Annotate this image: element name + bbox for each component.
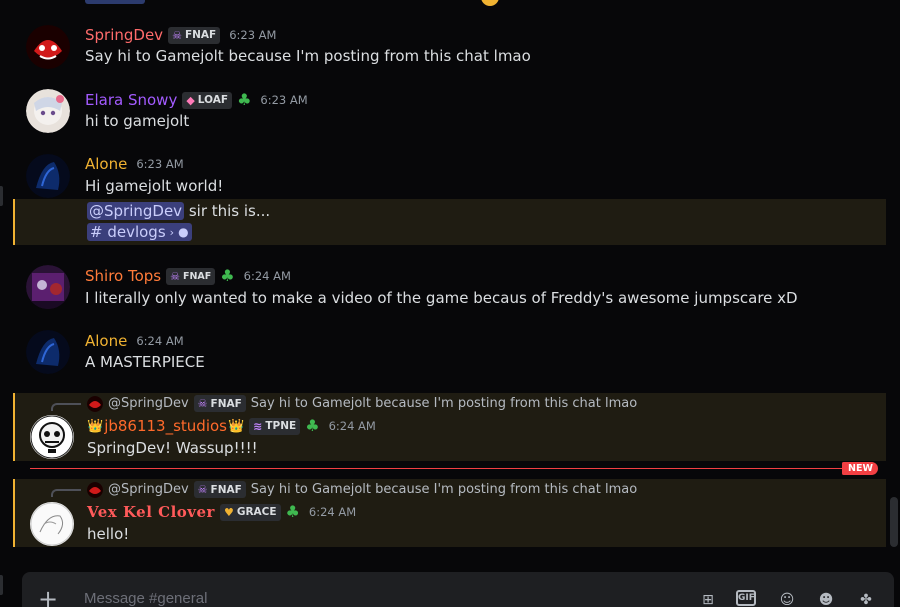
server-tag: ☠ FNAF [193,395,246,412]
reply-reference[interactable]: @SpringDev ☠ FNAF Say hi to Gamejolt beca… [87,481,637,498]
avatar[interactable] [26,154,70,198]
heart-icon: ♥ [223,505,234,519]
reply-author[interactable]: @SpringDev [108,396,189,411]
clover-icon: ♣ [285,502,300,521]
message-author[interactable]: Alone [85,155,127,173]
chat-message[interactable]: Elara Snowy ◆ LOAF ♣ 6:23 AM hi to gamejo… [0,87,888,137]
server-tag[interactable]: ≋ TPNE [249,417,301,435]
reply-author[interactable]: @SpringDev [108,482,189,497]
message-author[interactable]: SpringDev [85,26,163,44]
message-author[interactable]: Vex Kel Clover [87,503,215,521]
stack-icon: ≋ [253,419,263,433]
message-timestamp: 6:24 AM [328,419,376,433]
message-author[interactable]: Alone [85,332,127,350]
new-messages-divider [30,468,870,469]
message-author[interactable]: Shiro Tops [85,267,161,285]
message-text: A MASTERPIECE [85,353,205,371]
avatar[interactable] [26,330,70,374]
clover-icon: ♣ [220,266,235,285]
avatar[interactable] [30,502,74,546]
message-text: @SpringDev sir this is... [87,202,271,220]
avatar[interactable] [26,25,70,69]
reply-avatar [87,481,103,498]
message-text: Say hi to Gamejolt because I'm posting f… [85,47,531,65]
reply-reference[interactable]: @SpringDev ☠ FNAF Say hi to Gamejolt beca… [87,395,637,412]
reaction-emoji[interactable] [481,0,499,6]
message-text: I literally only wanted to make a video … [85,289,798,307]
message-timestamp: 6:23 AM [136,157,184,171]
skull-icon: ☠ [197,397,208,410]
message-text: hi to gamejolt [85,112,190,130]
reply-spine [51,489,81,497]
diamond-icon: ◆ [186,93,195,107]
message-text: SpringDev! Wassup!!!! [87,439,258,457]
message-text: hello! [87,525,130,543]
skull-icon: ☠ [170,269,180,283]
message-author[interactable]: jb86113_studios [104,417,227,435]
plus-icon[interactable]: + [36,587,60,607]
server-indicator [0,575,3,595]
message-input[interactable] [84,590,644,607]
avatar[interactable] [30,415,74,459]
chat-panel: SpringDev ☠ FNAF 6:23 AM Say hi to Gamejo… [0,0,900,607]
message-timestamp: 6:23 AM [229,28,277,42]
message-timestamp: 6:24 AM [136,334,184,348]
message-author[interactable]: Elara Snowy [85,91,177,109]
mention-highlight-message[interactable]: @SpringDev sir this is... # devlogs › ● [13,199,886,245]
new-badge: NEW [842,462,878,475]
message-timestamp: 6:24 AM [308,505,357,519]
chat-message[interactable]: SpringDev ☠ FNAF 6:23 AM Say hi to Gamejo… [0,22,888,72]
clover-icon: ♣ [237,90,252,109]
server-tag[interactable]: ♥ GRACE [219,503,281,521]
avatar[interactable] [26,265,70,309]
chat-bubble-icon: ● [178,225,189,239]
chat-message[interactable]: Alone 6:24 AM A MASTERPIECE [0,330,888,375]
skull-icon: ☠ [197,483,208,496]
skull-icon: ☠ [172,28,182,42]
message-timestamp: 6:24 AM [243,269,291,283]
server-tag[interactable]: ☠ FNAF [168,26,221,44]
user-mention[interactable]: @SpringDev [87,202,185,220]
message-text: Hi gamejolt world! [85,177,224,195]
previous-message-peek [85,0,145,4]
reply-spine [51,403,81,411]
gift-icon[interactable]: ⊞ [698,590,718,607]
reply-avatar [87,395,103,412]
server-tag[interactable]: ☠ FNAF [166,267,216,285]
message-timestamp: 6:23 AM [260,93,308,107]
reply-message[interactable]: @SpringDev ☠ FNAF Say hi to Gamejolt beca… [13,393,886,461]
crown-icon: 👑 [87,418,104,434]
gif-icon[interactable]: GIF [736,590,756,606]
emoji-icon[interactable]: ☻ [816,590,836,607]
channel-mention[interactable]: # devlogs › ● [87,223,192,241]
clover-icon: ♣ [305,416,320,435]
reply-preview: Say hi to Gamejolt because I'm posting f… [250,482,638,497]
scrollbar-thumb[interactable] [890,497,898,547]
chat-message[interactable]: Shiro Tops ☠ FNAF ♣ 6:24 AM I literally o… [0,265,888,315]
reply-preview: Say hi to Gamejolt because I'm posting f… [250,396,638,411]
server-tag[interactable]: ◆ LOAF [182,91,233,109]
sticker-icon[interactable]: ☺ [777,590,797,607]
reply-message[interactable]: @SpringDev ☠ FNAF Say hi to Gamejolt beca… [13,479,886,547]
server-tag: ☠ FNAF [193,481,246,498]
avatar[interactable] [26,89,70,133]
chat-message[interactable]: Alone 6:23 AM Hi gamejolt world! [0,152,888,198]
message-composer: + ⊞ GIF ☺ ☻ ✤ [22,572,894,607]
channel-link-row: # devlogs › ● [87,223,192,241]
crown-icon: 👑 [227,418,245,434]
apps-icon[interactable]: ✤ [856,590,876,607]
